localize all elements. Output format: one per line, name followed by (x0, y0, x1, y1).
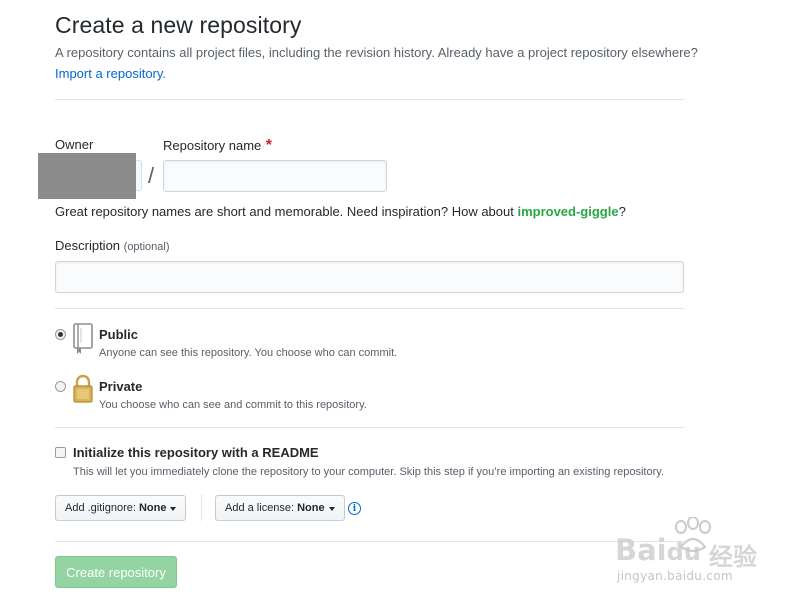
suggested-name[interactable]: improved-giggle (517, 204, 618, 219)
caret-down-icon (170, 506, 177, 511)
public-description: Anyone can see this repository. You choo… (99, 347, 398, 359)
create-repository-button[interactable]: Create repository (55, 556, 177, 588)
gitignore-select-button[interactable]: Add .gitignore: None (55, 495, 187, 521)
page-subtitle: A repository contains all project files,… (55, 45, 698, 60)
watermark-brand-part1: Bai (615, 533, 667, 567)
required-asterisk: * (265, 137, 272, 154)
divider (55, 308, 684, 309)
public-title: Public (99, 327, 139, 342)
owner-redacted-block (38, 153, 136, 199)
optional-note: (optional) (123, 241, 170, 253)
import-repository-link[interactable]: Import a repository. (55, 66, 166, 81)
watermark-cn: 经验 (709, 543, 757, 571)
divider (55, 99, 684, 100)
gitignore-label: Add .gitignore: (65, 502, 136, 514)
gitignore-value: None (138, 502, 167, 514)
description-label: Description (optional) (55, 238, 170, 253)
divider (55, 427, 684, 428)
watermark-brand-part2: du (666, 538, 701, 566)
readme-title[interactable]: Initialize this repository with a README (73, 445, 319, 460)
description-input[interactable] (55, 261, 684, 293)
owner-select[interactable] (136, 160, 142, 191)
repository-name-hint: Great repository names are short and mem… (55, 204, 626, 219)
private-description: You choose who can see and commit to thi… (99, 399, 367, 411)
license-select-button[interactable]: Add a license: None (215, 495, 345, 521)
watermark-url: jingyan.baidu.com (617, 569, 733, 583)
repository-name-label: Repository name * (163, 137, 272, 155)
readme-description: This will let you immediately clone the … (73, 466, 664, 478)
divider (55, 541, 684, 542)
baidu-watermark: Baidu 经验 jingyan.baidu.com (615, 517, 765, 589)
repository-name-label-text: Repository name (163, 138, 262, 153)
owner-repo-separator: / (148, 163, 155, 188)
repo-book-icon (72, 323, 94, 355)
lock-icon (72, 373, 94, 405)
hint-text: Great repository names are short and mem… (55, 204, 518, 219)
private-radio[interactable] (55, 381, 66, 392)
license-value: None (297, 502, 325, 514)
vertical-divider (201, 494, 202, 521)
private-title: Private (99, 379, 143, 394)
watermark-brand: Baidu (615, 533, 701, 567)
readme-checkbox[interactable] (55, 447, 66, 458)
owner-label: Owner (55, 137, 94, 152)
repository-name-input[interactable] (163, 160, 387, 192)
description-label-text: Description (55, 238, 121, 253)
page-title: Create a new repository (55, 12, 302, 38)
license-label: Add a license: (225, 502, 295, 514)
caret-down-icon (328, 506, 335, 511)
hint-suffix: ? (618, 204, 626, 219)
info-icon[interactable]: i (348, 502, 361, 515)
public-radio[interactable] (55, 329, 66, 340)
